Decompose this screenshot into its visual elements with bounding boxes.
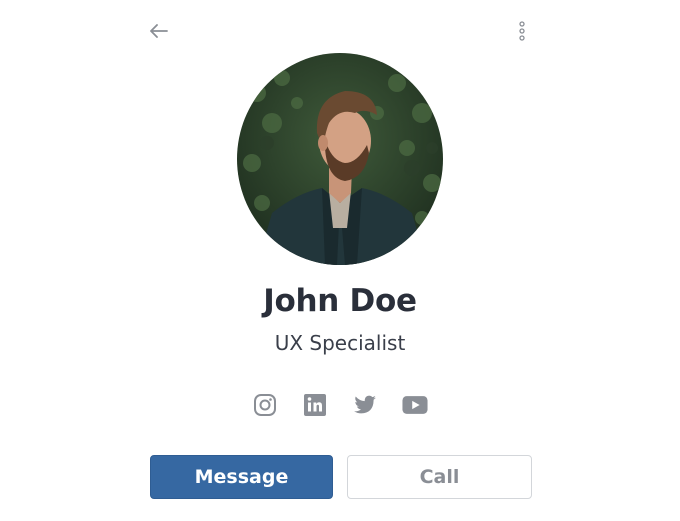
social-link-linkedin[interactable]: [302, 392, 328, 418]
more-options-button[interactable]: [512, 20, 532, 42]
linkedin-icon: [304, 394, 326, 416]
social-link-twitter[interactable]: [352, 392, 378, 418]
message-button[interactable]: Message: [150, 455, 333, 499]
avatar: [237, 53, 443, 265]
profile-card: John Doe UX Specialist Message Call: [0, 0, 680, 521]
back-button[interactable]: [148, 20, 170, 42]
youtube-icon: [402, 396, 428, 414]
profile-role: UX Specialist: [274, 331, 406, 355]
more-vertical-icon: [519, 21, 525, 41]
twitter-icon: [354, 395, 376, 414]
arrow-left-icon: [150, 24, 168, 38]
social-link-instagram[interactable]: [252, 392, 278, 418]
call-button[interactable]: Call: [347, 455, 532, 499]
instagram-icon: [254, 394, 276, 416]
social-links: [0, 392, 680, 418]
profile-name: John Doe: [263, 283, 417, 319]
social-link-youtube[interactable]: [402, 392, 428, 418]
avatar-photo: [237, 53, 443, 265]
